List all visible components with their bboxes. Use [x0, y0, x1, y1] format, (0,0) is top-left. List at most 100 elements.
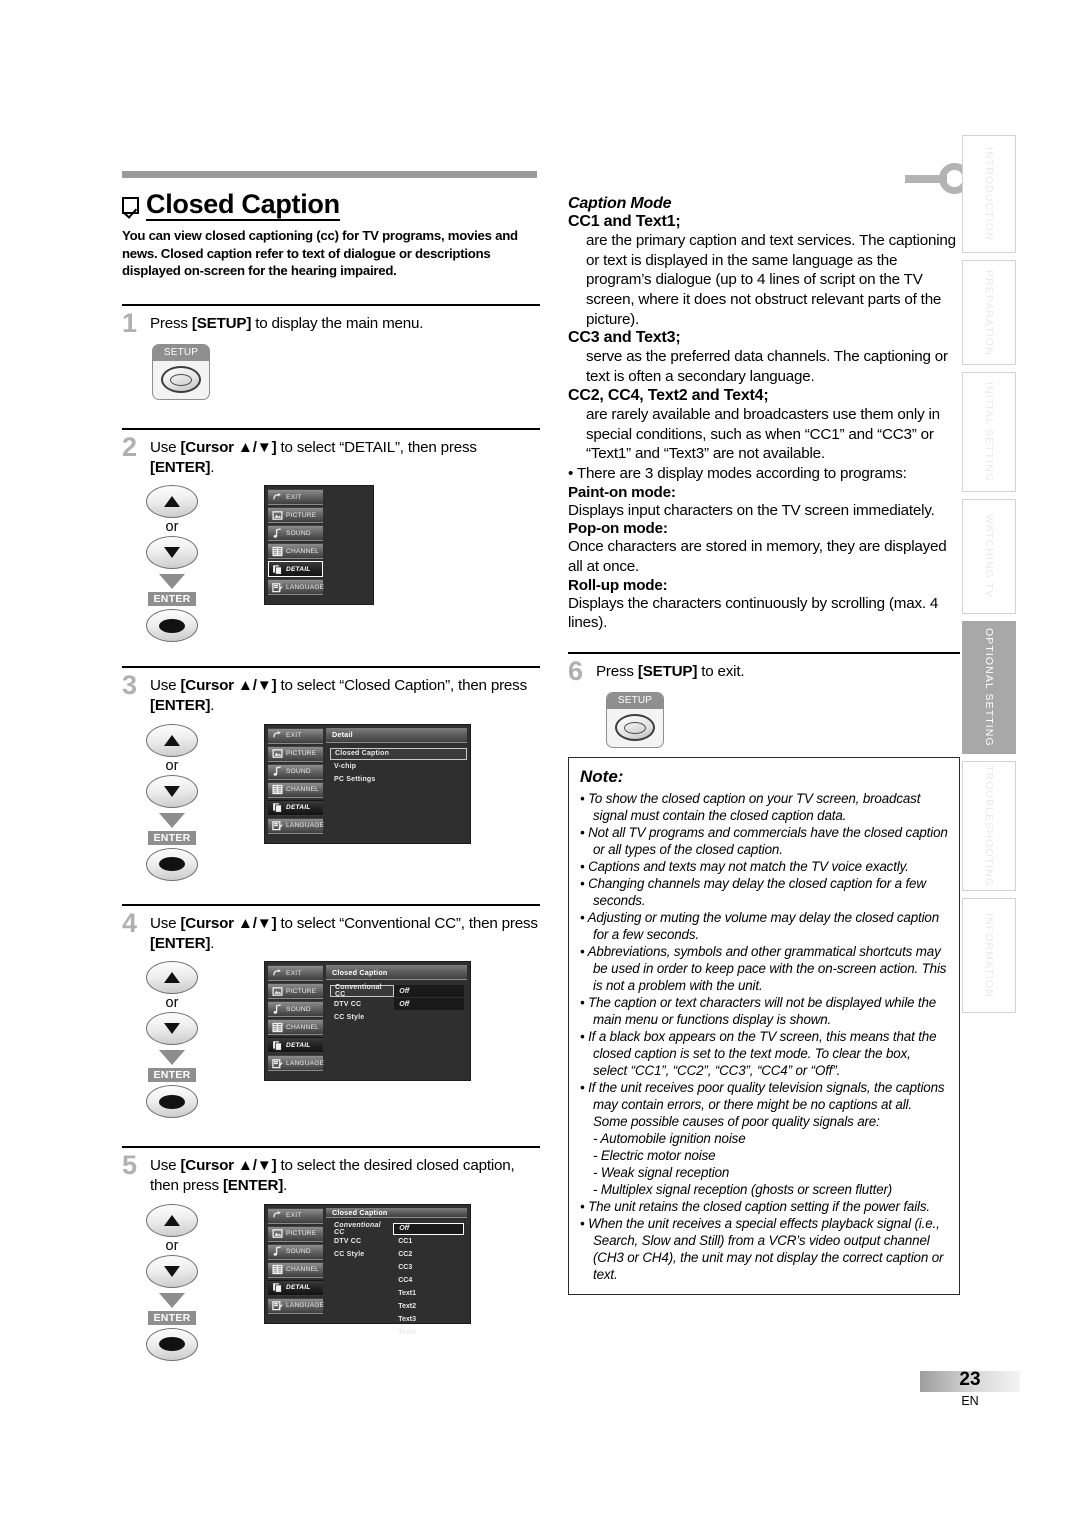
- osd-option-cc3[interactable]: CC3: [393, 1262, 464, 1274]
- step-divider: [568, 652, 960, 654]
- step-2-text: Use [Cursor ▲/▼] to select “DETAIL”, the…: [150, 437, 540, 478]
- osd-menu-value[interactable]: [394, 1011, 464, 1023]
- note-item: • Changing channels may delay the closed…: [580, 875, 926, 908]
- osd-rail-item-channel[interactable]: CHANNEL: [268, 543, 323, 560]
- osd-rail-item-exit[interactable]: EXIT: [268, 1207, 323, 1224]
- osd-rail: EXIT PICTURE SOUND CHANNEL DETAIL LANGUAGE: [268, 727, 324, 840]
- osd-menu-value[interactable]: Off: [394, 985, 464, 998]
- osd-rail-item-label: PICTURE: [286, 987, 317, 995]
- section-tab-initial-setting[interactable]: INITIAL SETTING: [962, 372, 1016, 492]
- section-tab-introduction[interactable]: INTRODUCTION: [962, 135, 1016, 253]
- triangle-up-icon: [164, 1214, 180, 1226]
- sound-note-icon: [272, 1246, 283, 1257]
- osd-rail-item-sound[interactable]: SOUND: [268, 1243, 323, 1260]
- osd-rail-item-sound[interactable]: SOUND: [268, 763, 323, 780]
- triangle-up-icon: [164, 496, 180, 508]
- note-item: • The caption or text characters will no…: [580, 995, 937, 1028]
- osd-option-text2[interactable]: Text2: [393, 1301, 464, 1313]
- osd-rail-item-label: SOUND: [286, 1005, 311, 1013]
- osd-rail-item-picture[interactable]: PICTURE: [268, 507, 323, 524]
- osd-rail-item-picture[interactable]: PICTURE: [268, 745, 323, 762]
- osd-menu-row[interactable]: V-chip: [330, 761, 467, 773]
- osd-options-step5: Off CC1 CC2 CC3 CC4 Text1 Text2 Text3 Text4: [393, 1222, 467, 1340]
- setup-button-graphic[interactable]: SETUP: [606, 691, 664, 748]
- cursor-down-button[interactable]: [146, 1012, 198, 1046]
- osd-rail-item-picture[interactable]: PICTURE: [268, 1225, 323, 1242]
- osd-rail-item-channel[interactable]: CHANNEL: [268, 1019, 323, 1036]
- osd-menu-row[interactable]: DTV CC: [330, 998, 394, 1010]
- osd-rail-item-detail[interactable]: DETAIL: [268, 1279, 323, 1296]
- section-tab-optional-setting[interactable]: OPTIONAL SETTING: [962, 621, 1016, 754]
- section-tab-label: TROUBLESHOOTING: [983, 764, 995, 888]
- or-label: or: [165, 757, 179, 774]
- note-item: • The unit retains the closed caption se…: [580, 1199, 930, 1215]
- section-tab-information[interactable]: INFORMATION: [962, 898, 1016, 1013]
- cursor-down-button[interactable]: [146, 536, 198, 570]
- section-tab-watching-tv[interactable]: WATCHING TV: [962, 499, 1016, 614]
- note-sub-items: - Automobile ignition noise - Electric mo…: [580, 1130, 948, 1198]
- osd-option-cc1[interactable]: CC1: [393, 1236, 464, 1248]
- footer-bar: 23: [920, 1370, 1020, 1392]
- cursor-down-button[interactable]: [146, 1254, 198, 1288]
- enter-label: ENTER: [148, 592, 196, 607]
- osd-option-cc2[interactable]: CC2: [393, 1249, 464, 1261]
- osd-menu-row[interactable]: CC Style: [330, 1011, 394, 1023]
- osd-menu-row[interactable]: PC Settings: [330, 774, 467, 786]
- cursor-up-button[interactable]: [146, 1203, 198, 1237]
- setup-button-graphic[interactable]: SETUP: [152, 343, 210, 400]
- osd-menu-row[interactable]: Conventional CC: [330, 1222, 393, 1236]
- or-label: or: [165, 519, 179, 536]
- step-2: 2 Use [Cursor ▲/▼] to select “DETAIL”, t…: [122, 427, 540, 643]
- cursor-enter-graphic: or ENTER: [122, 485, 222, 643]
- osd-menu-row[interactable]: Closed Caption: [330, 747, 467, 760]
- enter-button[interactable]: [146, 847, 198, 881]
- osd-menu-row[interactable]: DTV CC: [330, 1236, 393, 1248]
- channel-grid-icon: [272, 1022, 283, 1033]
- osd-rail-item-language[interactable]: LANGUAGE: [268, 1297, 324, 1314]
- cursor-up-button[interactable]: [146, 485, 198, 519]
- triangle-up-icon: [164, 972, 180, 984]
- osd-option-text1[interactable]: Text1: [393, 1288, 464, 1300]
- osd-rail-item-channel[interactable]: CHANNEL: [268, 781, 323, 798]
- osd-rail-item-channel[interactable]: CHANNEL: [268, 1261, 323, 1278]
- enter-button[interactable]: [146, 1327, 198, 1361]
- osd-rail-item-language[interactable]: LANGUAGE: [268, 1055, 324, 1072]
- osd-option-text3[interactable]: Text3: [393, 1314, 464, 1326]
- step-2-e: .: [210, 458, 215, 476]
- page-footer: 23 EN: [920, 1370, 1020, 1408]
- caption-mode-heading: Caption Mode: [568, 195, 672, 212]
- osd-rail-item-detail[interactable]: DETAIL: [268, 799, 323, 816]
- cursor-enter-graphic: or ENTER: [122, 723, 222, 881]
- setup-button-label: SETUP: [607, 692, 663, 709]
- osd-rail-item-picture[interactable]: PICTURE: [268, 983, 323, 1000]
- osd-rail-item-language[interactable]: LANGUAGE: [268, 579, 324, 596]
- enter-button[interactable]: [146, 609, 198, 643]
- step-6-number: 6: [568, 656, 584, 686]
- osd-option-cc4[interactable]: CC4: [393, 1275, 464, 1287]
- osd-rail-item-sound[interactable]: SOUND: [268, 1001, 323, 1018]
- pop-on-mode-body: Once characters are stored in memory, th…: [568, 538, 947, 575]
- osd-rail-item-exit[interactable]: EXIT: [268, 965, 323, 982]
- osd-rail-item-detail[interactable]: DETAIL: [268, 561, 323, 578]
- osd-rail-item-label: EXIT: [286, 732, 302, 740]
- section-tab-troubleshooting[interactable]: TROUBLESHOOTING: [962, 761, 1016, 891]
- cursor-up-button[interactable]: [146, 961, 198, 995]
- osd-rail-item-exit[interactable]: EXIT: [268, 489, 323, 506]
- osd-option-text4[interactable]: Text4: [393, 1327, 464, 1339]
- cursor-down-button[interactable]: [146, 774, 198, 808]
- step-divider: [122, 666, 540, 669]
- osd-rail-item-language[interactable]: LANGUAGE: [268, 817, 324, 834]
- enter-button[interactable]: [146, 1085, 198, 1119]
- osd-menu-row[interactable]: CC Style: [330, 1249, 393, 1261]
- cursor-up-button[interactable]: [146, 723, 198, 757]
- osd-rail-item-exit[interactable]: EXIT: [268, 727, 323, 744]
- header-rule: [122, 171, 537, 178]
- osd-menu-row[interactable]: Conventional CC: [330, 984, 395, 998]
- section-tab-preparation[interactable]: PREPARATION: [962, 260, 1016, 365]
- osd-option-off[interactable]: Off: [393, 1222, 464, 1235]
- osd-rail-item-sound[interactable]: SOUND: [268, 525, 323, 542]
- osd-rail-item-label: SOUND: [286, 529, 311, 537]
- osd-rail-item-detail[interactable]: DETAIL: [268, 1037, 323, 1054]
- osd-menu-value[interactable]: Off: [394, 998, 464, 1011]
- section-tab-label: INITIAL SETTING: [983, 381, 995, 483]
